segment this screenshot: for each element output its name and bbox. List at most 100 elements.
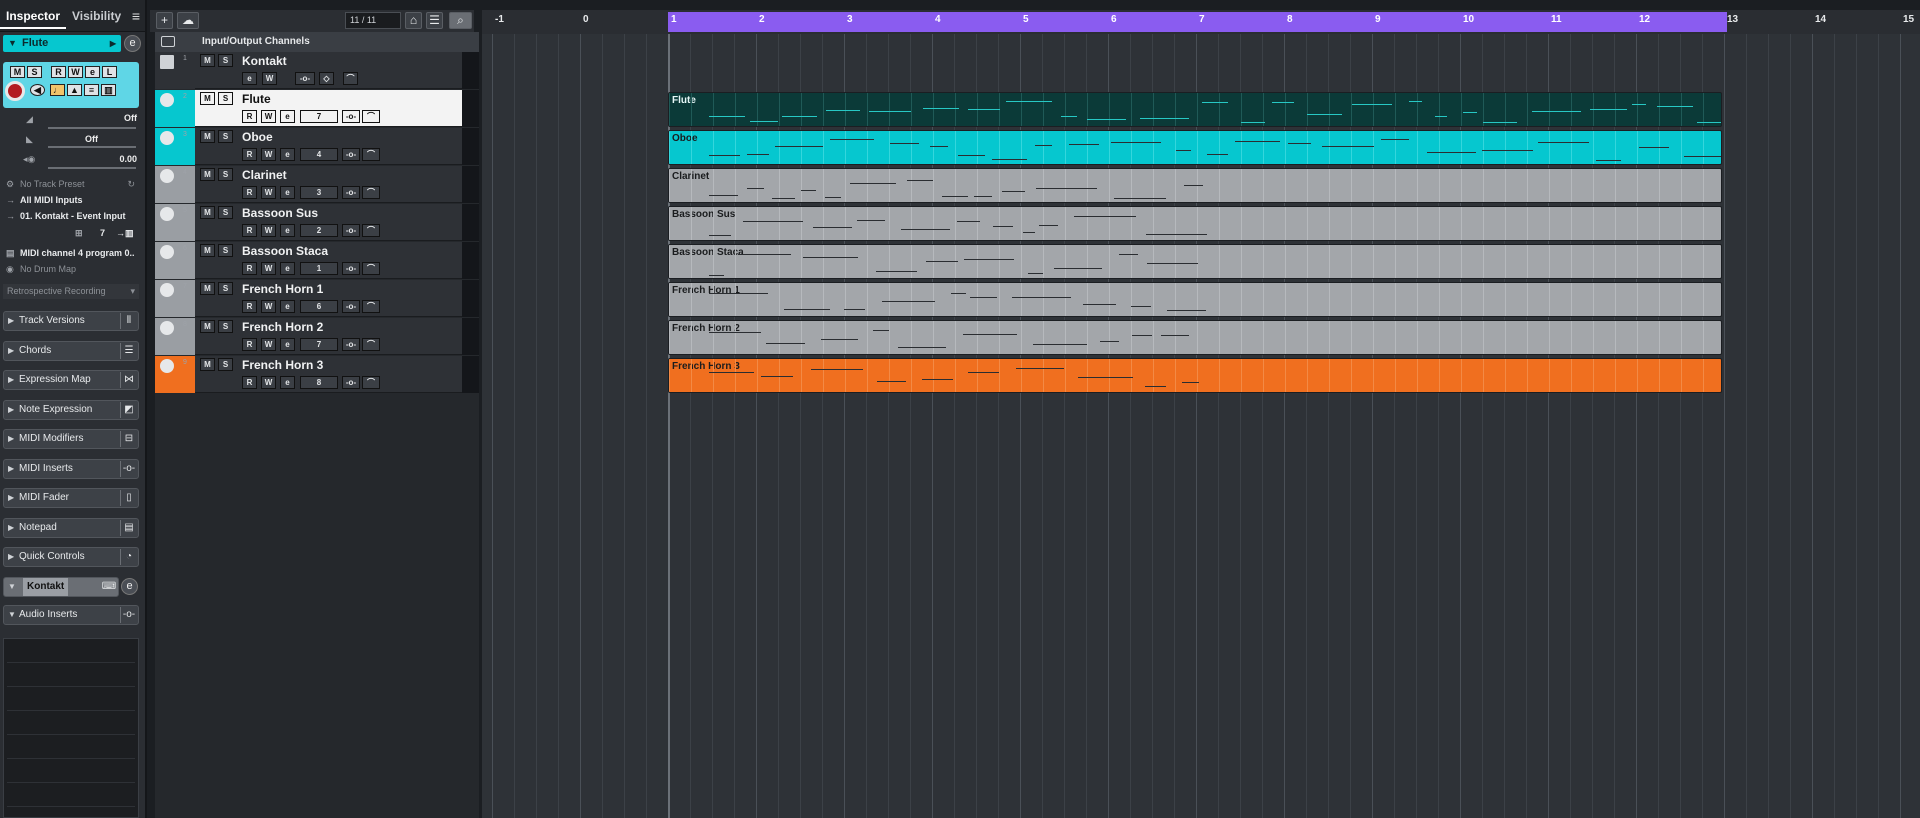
track-row[interactable]: 8 M S French Horn 2 R We 7 -o- ⌒ bbox=[155, 318, 479, 355]
refresh-icon[interactable]: ↻ bbox=[127, 177, 135, 192]
track-name[interactable]: Bassoon Sus bbox=[242, 206, 318, 220]
home-icon[interactable]: ⌂ bbox=[405, 12, 422, 29]
notepad-icon[interactable]: ▤ bbox=[120, 520, 137, 536]
project-window[interactable]: Flute Oboe Clarinet Bassoon Sus Bassoon Stac… bbox=[482, 34, 1920, 818]
edit-icon[interactable]: e bbox=[280, 262, 295, 275]
solo-button[interactable]: S bbox=[218, 92, 233, 105]
io-channels-row[interactable]: Input/Output Channels bbox=[155, 32, 479, 52]
read-automation-button[interactable]: R bbox=[242, 262, 257, 275]
mute-button[interactable]: M bbox=[200, 168, 215, 181]
eq-icon[interactable]: ⌒ bbox=[362, 148, 380, 161]
track-name[interactable]: French Horn 2 bbox=[242, 320, 323, 334]
section-expression-map[interactable]: ▶ Expression Map ⋈ bbox=[3, 370, 139, 390]
insert-slot[interactable] bbox=[7, 735, 135, 759]
section-notepad[interactable]: ▶ Notepad ▤ bbox=[3, 518, 139, 538]
chords-icon[interactable]: ☰ bbox=[120, 343, 137, 359]
edit-button[interactable]: e bbox=[85, 66, 100, 78]
section-midi-inserts[interactable]: ▶ MIDI Inserts -o- bbox=[3, 459, 139, 479]
edit-icon[interactable]: e bbox=[242, 72, 257, 85]
write-automation-button[interactable]: W bbox=[261, 148, 276, 161]
midi-channel-field[interactable]: 8 bbox=[300, 376, 338, 389]
track-row[interactable]: 7 M S French Horn 1 R We 6 -o- ⌒ bbox=[155, 280, 479, 317]
section-quick-controls[interactable]: ▶ Quick Controls ◔ bbox=[3, 547, 139, 567]
solo-button[interactable]: S bbox=[218, 54, 233, 67]
edit-icon[interactable]: e bbox=[280, 186, 295, 199]
pan-value[interactable]: Off bbox=[85, 134, 98, 144]
solo-button[interactable]: S bbox=[218, 168, 233, 181]
tab-visibility[interactable]: Visibility bbox=[66, 3, 127, 29]
write-button[interactable]: W bbox=[262, 72, 277, 85]
track-row[interactable]: 3 M S Oboe R We 4 -o- ⌒ bbox=[155, 128, 479, 165]
midi-part[interactable]: French Horn 3 bbox=[668, 358, 1722, 393]
edit-instrument-icon[interactable]: e bbox=[124, 35, 141, 52]
write-automation-button[interactable]: W bbox=[261, 110, 276, 123]
section-midi-modifiers[interactable]: ▶ MIDI Modifiers ⊟ bbox=[3, 429, 139, 449]
add-track-menu-icon[interactable]: ☁ bbox=[177, 12, 199, 29]
record-enable-button[interactable] bbox=[5, 81, 25, 101]
write-automation-button[interactable]: W bbox=[261, 338, 276, 351]
edit-icon[interactable]: e bbox=[280, 376, 295, 389]
collapse-triangle-icon[interactable]: ▼ bbox=[8, 35, 17, 52]
inserts-icon[interactable]: -o- bbox=[342, 110, 360, 123]
mute-button[interactable]: M bbox=[200, 244, 215, 257]
read-automation-button[interactable]: R bbox=[242, 338, 257, 351]
section-audio-inserts[interactable]: ▼ Audio Inserts -o- bbox=[3, 605, 139, 625]
volume-value[interactable]: Off bbox=[124, 113, 137, 123]
inserts-icon[interactable]: -o- bbox=[120, 461, 137, 477]
section-instrument[interactable]: ▼ Kontakt ⌨ bbox=[3, 577, 119, 597]
midi-part[interactable]: Bassoon Staca bbox=[668, 244, 1722, 279]
midi-channel-field[interactable]: 6 bbox=[300, 300, 338, 313]
track-name[interactable]: Oboe bbox=[242, 130, 273, 144]
automation-icon[interactable]: ◇ bbox=[319, 72, 334, 85]
track-row[interactable]: 9 M S French Horn 3 R We 8 -o- ⌒ bbox=[155, 356, 479, 393]
chevron-down-icon[interactable]: ▾ bbox=[130, 284, 135, 299]
inserts-icon[interactable]: -o- bbox=[342, 148, 360, 161]
edit-icon[interactable]: e bbox=[280, 224, 295, 237]
mute-button[interactable]: M bbox=[200, 92, 215, 105]
mute-button[interactable]: M bbox=[200, 206, 215, 219]
write-automation-button[interactable]: W bbox=[261, 224, 276, 237]
write-automation-button[interactable]: W bbox=[261, 376, 276, 389]
eq-icon[interactable]: ⌒ bbox=[362, 338, 380, 351]
inserts-icon[interactable]: -o- bbox=[342, 338, 360, 351]
tab-inspector[interactable]: Inspector bbox=[0, 3, 67, 29]
expression-icon[interactable]: ⋈ bbox=[120, 372, 137, 388]
solo-button[interactable]: S bbox=[218, 130, 233, 143]
write-automation-button[interactable]: W bbox=[261, 262, 276, 275]
hamburger-icon[interactable]: ≡ bbox=[132, 8, 140, 24]
inserts-icon[interactable]: -o- bbox=[295, 72, 315, 85]
section-track-versions[interactable]: ▶ Track Versions ⦀ bbox=[3, 311, 139, 331]
midi-part[interactable]: Flute bbox=[668, 92, 1722, 127]
midi-channel-field[interactable]: 7 bbox=[300, 338, 338, 351]
track-name[interactable]: Flute bbox=[242, 92, 271, 106]
track-row[interactable]: 1 M S Kontakt e W -o- ◇ ⌒ bbox=[155, 52, 479, 89]
read-automation-button[interactable]: R bbox=[51, 66, 66, 78]
channel-value[interactable]: 7 bbox=[100, 226, 105, 241]
keyboard-icon[interactable]: ⌨ bbox=[100, 579, 117, 595]
read-automation-button[interactable]: R bbox=[242, 110, 257, 123]
solo-button[interactable]: S bbox=[218, 206, 233, 219]
track-row[interactable]: 5 M S Bassoon Sus R We 2 -o- ⌒ bbox=[155, 204, 479, 241]
section-chords[interactable]: ▶ Chords ☰ bbox=[3, 341, 139, 361]
write-automation-button[interactable]: W bbox=[68, 66, 83, 78]
quick-controls-icon[interactable]: ◔ bbox=[120, 549, 137, 565]
track-name[interactable]: Kontakt bbox=[242, 54, 287, 68]
solo-button[interactable]: S bbox=[27, 66, 42, 78]
mute-button[interactable]: M bbox=[200, 130, 215, 143]
midi-input-field[interactable]: → All MIDI Inputs bbox=[3, 193, 139, 208]
inserts-icon[interactable]: -o- bbox=[342, 262, 360, 275]
solo-button[interactable]: S bbox=[218, 282, 233, 295]
mute-button[interactable]: M bbox=[200, 320, 215, 333]
read-automation-button[interactable]: R bbox=[242, 148, 257, 161]
insert-slot[interactable] bbox=[7, 759, 135, 783]
track-row[interactable]: 2 M S Flute R We 7 -o- ⌒ bbox=[155, 90, 479, 127]
pan-slider[interactable] bbox=[48, 146, 136, 148]
track-name[interactable]: French Horn 1 bbox=[242, 282, 323, 296]
drum-map-field[interactable]: ◉ No Drum Map bbox=[3, 262, 139, 277]
midi-part[interactable]: French Horn 2 bbox=[668, 320, 1722, 355]
write-automation-button[interactable]: W bbox=[261, 186, 276, 199]
cycle-range[interactable] bbox=[668, 12, 1727, 32]
inspector-track-name[interactable]: ▼ Flute ▶ bbox=[3, 35, 121, 52]
edit-icon[interactable]: e bbox=[280, 110, 295, 123]
track-name[interactable]: Bassoon Staca bbox=[242, 244, 328, 258]
